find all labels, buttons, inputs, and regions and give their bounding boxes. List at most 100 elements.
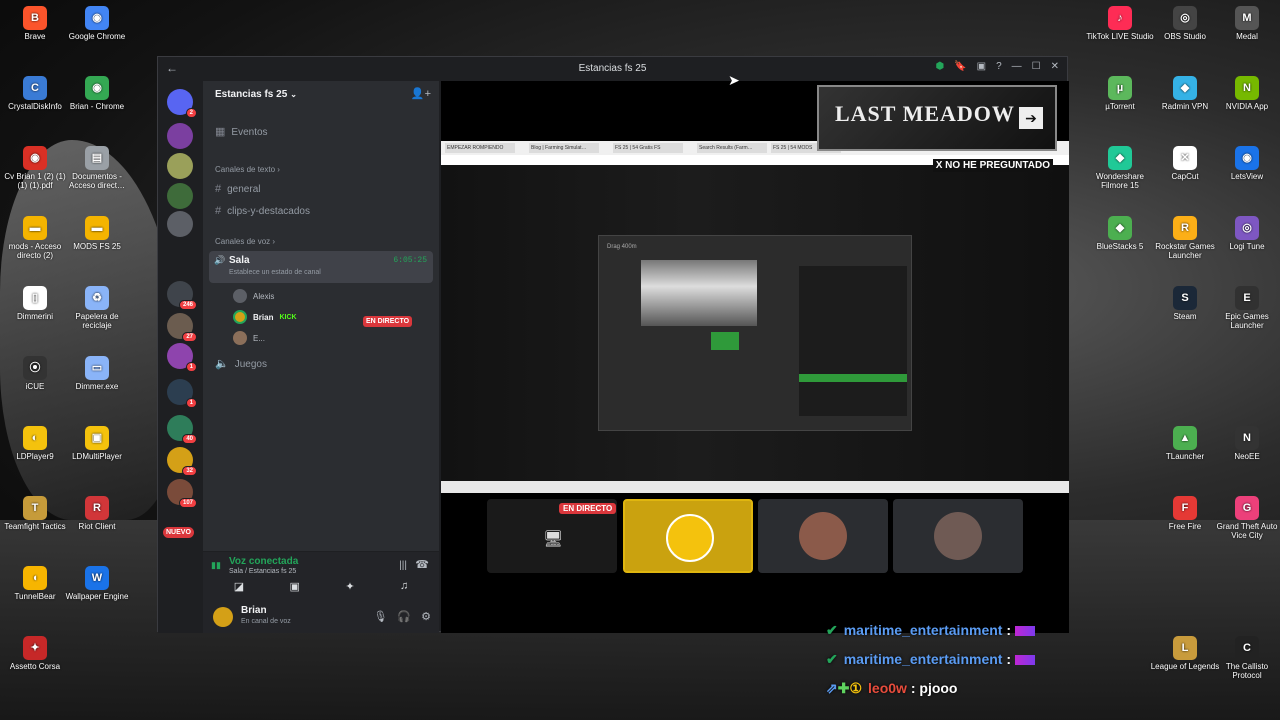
desktop-icon-tlauncher[interactable]: ▲ TLauncher [1150, 426, 1220, 461]
close-icon[interactable]: ✕ [1051, 61, 1059, 72]
desktop-icon-radmin-vpn[interactable]: ◆ Radmin VPN [1150, 76, 1220, 111]
new-badge: NUEVO [163, 527, 194, 538]
desktop-icon-epic-games-launcher[interactable]: E Epic Games Launcher [1212, 286, 1280, 330]
signal-icon[interactable]: ▮▮ [211, 560, 221, 571]
server-icon[interactable]: 32 [167, 447, 197, 476]
unread-badge: 27 [182, 332, 197, 342]
desktop-icon-tunnelbear[interactable]: ◖ TunnelBear [0, 566, 70, 601]
voice-user[interactable]: Alexis [233, 289, 274, 303]
desktop-icon-brian-chrome[interactable]: ◉ Brian - Chrome [62, 76, 132, 111]
game-screen: Drag 400m [441, 165, 1069, 481]
desktop-icon-dimmer-exe[interactable]: ▭ Dimmer.exe [62, 356, 132, 391]
screen-share-icon[interactable]: ▣ [290, 580, 300, 593]
voice-channel-juegos[interactable]: 🔈 Juegos [215, 357, 267, 370]
server-icon[interactable]: 40 [167, 415, 197, 444]
server-folder[interactable]: 1 [167, 343, 197, 372]
desktop-icon-papelera-de-reciclaje[interactable]: ♻ Papelera de reciclaje [62, 286, 132, 330]
desktop-icon-nvidia-app[interactable]: N NVIDIA App [1212, 76, 1280, 111]
desktop-icon-the-callisto-protocol[interactable]: C The Callisto Protocol [1212, 636, 1280, 680]
server-icon[interactable] [167, 123, 193, 149]
shared-screen[interactable]: EMPEZAR ROMPIENDO Blog | Farming Simulat… [441, 141, 1069, 493]
channel-general[interactable]: # general [215, 183, 260, 195]
desktop-icon-free-fire[interactable]: F Free Fire [1150, 496, 1220, 531]
desktop-icon-cv-brian-1-2-1-1-1-pdf[interactable]: ◉ Cv Brian 1 (2) (1) (1) (1).pdf [0, 146, 70, 190]
voice-channel-status[interactable]: Establece un estado de canal [229, 269, 321, 276]
camera-off-icon[interactable]: ◪ [234, 580, 244, 593]
user-name[interactable]: Brian [241, 605, 267, 616]
headphones-icon[interactable]: 🎧 [397, 610, 411, 623]
maximize-icon[interactable]: ☐ [1032, 61, 1041, 72]
desktop-icon-riot-client[interactable]: R Riot Client [62, 496, 132, 531]
soundboard-icon[interactable]: ♫ [400, 580, 408, 593]
server-icon[interactable] [167, 183, 193, 209]
dialog-title: Drag 400m [607, 244, 637, 250]
voice-connected-sub[interactable]: Sala / Estancias fs 25 [229, 568, 296, 575]
voice-channel-sala[interactable]: 🔊 Sala Establece un estado de canal 6:05… [209, 251, 433, 283]
app-icon: ◎ [1235, 216, 1259, 240]
inbox-icon[interactable]: ▣ [977, 61, 986, 72]
desktop-icon-label: TikTok LIVE Studio [1086, 32, 1154, 41]
channel-clips[interactable]: # clips-y-destacados [215, 205, 310, 217]
desktop-icon-label: Cv Brian 1 (2) (1) (1) (1).pdf [4, 172, 66, 190]
server-icon[interactable]: 107 [167, 479, 197, 508]
desktop-icon-letsview[interactable]: ◉ LetsView [1212, 146, 1280, 181]
voice-user[interactable]: E... [233, 331, 265, 345]
desktop-icon-teamfight-tactics[interactable]: T Teamfight Tactics [0, 496, 70, 531]
avatar [233, 310, 247, 324]
stream-tile[interactable]: EN DIRECTO 🖥 [487, 499, 617, 573]
server-folder[interactable]: 1 [167, 379, 197, 408]
desktop-icon-ldmultiplayer[interactable]: ▣ LDMultiPlayer [62, 426, 132, 461]
desktop-icon-rockstar-games-launcher[interactable]: R Rockstar Games Launcher [1150, 216, 1220, 260]
add-member-icon[interactable]: 👤+ [411, 87, 431, 100]
desktop-icon-medal[interactable]: M Medal [1212, 6, 1280, 41]
desktop-icon-logi-tune[interactable]: ◎ Logi Tune [1212, 216, 1280, 251]
server-name-dropdown[interactable]: Estancias fs 25 ⌄ [215, 89, 297, 100]
help-icon[interactable]: ? [996, 61, 1002, 72]
desktop-icon-wallpaper-engine[interactable]: W Wallpaper Engine [62, 566, 132, 601]
desktop-icon-mods-acceso-directo-2[interactable]: ▬ mods - Acceso directo (2) [0, 216, 70, 260]
avatar[interactable] [213, 607, 233, 627]
green-button [711, 332, 739, 350]
server-icon[interactable] [167, 153, 193, 179]
minimize-icon[interactable]: — [1012, 61, 1022, 72]
desktop-icon-bluestacks-5[interactable]: ◆ BlueStacks 5 [1085, 216, 1155, 251]
desktop-icon-tiktok-live-studio[interactable]: ♪ TikTok LIVE Studio [1085, 6, 1155, 41]
desktop-icon-mods-fs-25[interactable]: ▬ MODS FS 25 [62, 216, 132, 251]
desktop-icon-icue[interactable]: ⦿ iCUE [0, 356, 70, 391]
participant-tile-speaking[interactable] [623, 499, 753, 573]
desktop-icon-dimmerini[interactable]: ▯ Dimmerini [0, 286, 70, 321]
voice-user[interactable]: Brian KICK [233, 310, 297, 324]
desktop-icon-capcut[interactable]: ✕ CapCut [1150, 146, 1220, 181]
microphone-icon[interactable]: 🎙 [373, 610, 387, 623]
desktop-icon-documentos-acceso-direct[interactable]: ▤ Documentos - Acceso direct… [62, 146, 132, 190]
category-text[interactable]: Canales de texto › [215, 165, 280, 174]
server-folder[interactable]: 246 [167, 281, 197, 310]
bookmark-icon[interactable]: 🔖 [954, 61, 966, 72]
category-voice[interactable]: Canales de voz › [215, 237, 275, 246]
desktop-icon-assetto-corsa[interactable]: ✦ Assetto Corsa [0, 636, 70, 671]
disconnect-icon[interactable]: ☎ [415, 558, 429, 571]
desktop-icon-neoee[interactable]: N NeoEE [1212, 426, 1280, 461]
desktop-icon-grand-theft-auto-vice-city[interactable]: G Grand Theft Auto Vice City [1212, 496, 1280, 540]
avatar [233, 289, 247, 303]
activities-icon[interactable]: ✦ [345, 580, 354, 593]
desktop-icon-torrent[interactable]: µ µTorrent [1085, 76, 1155, 111]
desktop-icon-league-of-legends[interactable]: L League of Legends [1150, 636, 1220, 671]
noise-suppression-icon[interactable]: ||| [399, 560, 407, 571]
server-icon[interactable]: 27 [167, 313, 197, 342]
desktop-icon-google-chrome[interactable]: ◉ Google Chrome [62, 6, 132, 41]
app-icon: ✦ [23, 636, 47, 660]
events-item[interactable]: ▦ Eventos [215, 125, 268, 138]
desktop-icon-wondershare-filmore-15[interactable]: ◆ Wondershare Filmore 15 [1085, 146, 1155, 190]
desktop-icon-ldplayer9[interactable]: ◐ LDPlayer9 [0, 426, 70, 461]
gear-icon[interactable]: ⚙ [421, 610, 431, 623]
participant-tile[interactable] [893, 499, 1023, 573]
participant-tile[interactable] [758, 499, 888, 573]
desktop-icon-obs-studio[interactable]: ◎ OBS Studio [1150, 6, 1220, 41]
desktop-icon-steam[interactable]: S Steam [1150, 286, 1220, 321]
server-icon[interactable] [167, 211, 193, 237]
home-button[interactable]: 2 [167, 89, 197, 118]
nitro-icon[interactable]: ⬢ [935, 61, 944, 72]
desktop-icon-brave[interactable]: B Brave [0, 6, 70, 41]
desktop-icon-crystaldiskinfo[interactable]: C CrystalDiskInfo [0, 76, 70, 111]
